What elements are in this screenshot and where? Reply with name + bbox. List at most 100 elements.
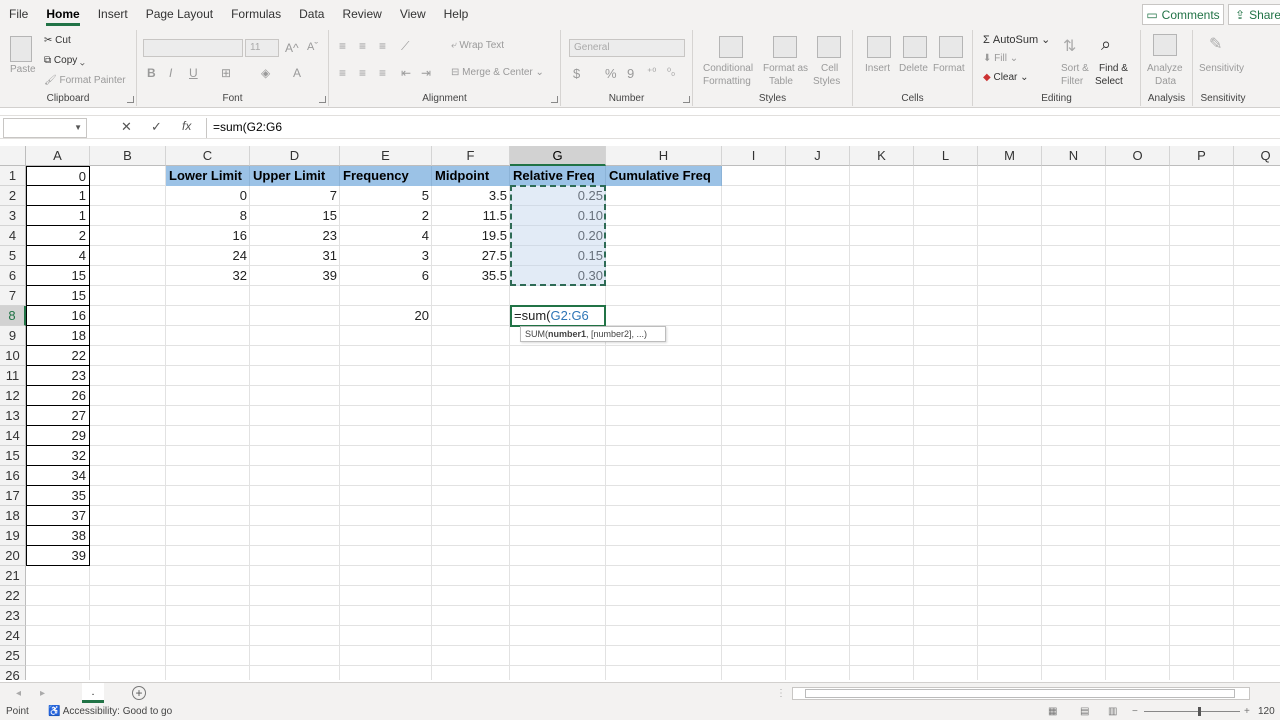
- cell-e4[interactable]: 4: [340, 226, 432, 246]
- accessibility-status[interactable]: ♿ Accessibility: Good to go: [48, 704, 172, 720]
- wrap-text-button[interactable]: ⤶ Wrap Text: [451, 40, 504, 51]
- cell-f5[interactable]: 27.5: [432, 246, 510, 266]
- font-launcher[interactable]: [319, 96, 326, 103]
- format-painter-button[interactable]: 🖌 Format Painter: [44, 75, 126, 86]
- column-header-f[interactable]: F: [432, 146, 510, 166]
- header-cell-h[interactable]: Cumulative Freq: [606, 166, 722, 186]
- conditional-formatting-label[interactable]: Conditional: [703, 63, 753, 74]
- column-header-l[interactable]: L: [914, 146, 978, 166]
- delete-cells-icon[interactable]: [903, 36, 927, 58]
- cell-d3[interactable]: 15: [250, 206, 340, 226]
- row-header-22[interactable]: 22: [0, 586, 26, 606]
- cell-a10[interactable]: 22: [26, 346, 90, 366]
- row-header-20[interactable]: 20: [0, 546, 26, 566]
- cell-a17[interactable]: 35: [26, 486, 90, 506]
- underline-button[interactable]: U: [189, 66, 198, 80]
- cell-a9[interactable]: 18: [26, 326, 90, 346]
- align-bottom-icon[interactable]: ≡: [379, 39, 386, 53]
- italic-button[interactable]: I: [169, 66, 172, 80]
- row-header-6[interactable]: 6: [0, 266, 26, 286]
- cell-a5[interactable]: 4: [26, 246, 90, 266]
- row-header-13[interactable]: 13: [0, 406, 26, 426]
- row-header-3[interactable]: 3: [0, 206, 26, 226]
- column-header-q[interactable]: Q: [1234, 146, 1280, 166]
- header-cell-g[interactable]: Relative Freq: [510, 166, 606, 186]
- cell-d4[interactable]: 23: [250, 226, 340, 246]
- cell-c2[interactable]: 0: [166, 186, 250, 206]
- row-header-10[interactable]: 10: [0, 346, 26, 366]
- find-select-icon[interactable]: ⌕: [1101, 34, 1125, 56]
- row-header-14[interactable]: 14: [0, 426, 26, 446]
- normal-view-icon[interactable]: ▦: [1048, 704, 1057, 720]
- increase-indent-icon[interactable]: ⇥: [421, 66, 431, 80]
- tab-file[interactable]: File: [0, 0, 37, 28]
- fill-color-icon[interactable]: ◈: [261, 66, 270, 80]
- font-color-icon[interactable]: A: [293, 66, 301, 80]
- analyze-data-icon[interactable]: [1153, 34, 1177, 56]
- name-box[interactable]: ▼: [3, 118, 87, 138]
- autosum-button[interactable]: Σ AutoSum ⌄: [983, 33, 1050, 46]
- select-all-corner[interactable]: [0, 146, 26, 166]
- row-header-4[interactable]: 4: [0, 226, 26, 246]
- tab-data[interactable]: Data: [290, 0, 333, 28]
- cell-a6[interactable]: 15: [26, 266, 90, 286]
- page-break-icon[interactable]: ▥: [1108, 704, 1117, 720]
- cell-d2[interactable]: 7: [250, 186, 340, 206]
- grow-font-icon[interactable]: A^: [285, 41, 299, 55]
- row-header-9[interactable]: 9: [0, 326, 26, 346]
- column-header-p[interactable]: P: [1170, 146, 1234, 166]
- tab-page-layout[interactable]: Page Layout: [137, 0, 222, 28]
- sheet-options-icon[interactable]: ⋮: [776, 688, 786, 699]
- clear-button[interactable]: ◆ Clear ⌄: [983, 72, 1029, 83]
- cell-e8[interactable]: 20: [340, 306, 432, 326]
- align-center-icon[interactable]: ≡: [359, 66, 366, 80]
- align-middle-icon[interactable]: ≡: [359, 39, 366, 53]
- bold-button[interactable]: B: [147, 66, 156, 80]
- find-label[interactable]: Find &: [1099, 63, 1128, 74]
- column-header-o[interactable]: O: [1106, 146, 1170, 166]
- row-header-18[interactable]: 18: [0, 506, 26, 526]
- copy-button[interactable]: ⧉ Copy ⌄: [44, 55, 85, 66]
- cell-c3[interactable]: 8: [166, 206, 250, 226]
- select-label[interactable]: Select: [1095, 76, 1123, 87]
- cell-a16[interactable]: 34: [26, 466, 90, 486]
- insert-cells-icon[interactable]: [867, 36, 891, 58]
- insert-label[interactable]: Insert: [865, 63, 890, 74]
- cell-a20[interactable]: 39: [26, 546, 90, 566]
- cell-e6[interactable]: 6: [340, 266, 432, 286]
- cut-button[interactable]: ✂ Cut: [44, 35, 71, 46]
- filter-label[interactable]: Filter: [1061, 76, 1083, 87]
- cell-d6[interactable]: 39: [250, 266, 340, 286]
- paste-icon[interactable]: [10, 36, 32, 62]
- currency-button[interactable]: $: [573, 66, 580, 81]
- cell-a3[interactable]: 1: [26, 206, 90, 226]
- spreadsheet-grid[interactable]: ABCDEFGHIJKLMNOPQ 1 2 3 4 5 6 7 8 9 10 11 12 13 14 15 1…: [0, 146, 1280, 680]
- add-sheet-button[interactable]: +: [132, 686, 146, 700]
- shrink-font-icon[interactable]: Aˇ: [307, 41, 318, 53]
- tab-help[interactable]: Help: [435, 0, 478, 28]
- delete-label[interactable]: Delete: [899, 63, 928, 74]
- header-cell-f[interactable]: Midpoint: [432, 166, 510, 186]
- row-header-15[interactable]: 15: [0, 446, 26, 466]
- align-right-icon[interactable]: ≡: [379, 66, 386, 80]
- cell-e5[interactable]: 3: [340, 246, 432, 266]
- enter-icon[interactable]: ✓: [151, 119, 162, 135]
- row-header-25[interactable]: 25: [0, 646, 26, 666]
- sensitivity-icon[interactable]: ✎: [1209, 34, 1233, 56]
- cell-a8[interactable]: 16: [26, 306, 90, 326]
- header-cell-e[interactable]: Frequency: [340, 166, 432, 186]
- alignment-launcher[interactable]: [551, 96, 558, 103]
- row-header-7[interactable]: 7: [0, 286, 26, 306]
- tab-formulas[interactable]: Formulas: [222, 0, 290, 28]
- column-header-n[interactable]: N: [1042, 146, 1106, 166]
- row-header-5[interactable]: 5: [0, 246, 26, 266]
- cell-a2[interactable]: 1: [26, 186, 90, 206]
- next-sheet-icon[interactable]: ▸: [40, 688, 45, 699]
- header-cell-d[interactable]: Upper Limit: [250, 166, 340, 186]
- column-header-e[interactable]: E: [340, 146, 432, 166]
- column-header-c[interactable]: C: [166, 146, 250, 166]
- column-header-i[interactable]: I: [722, 146, 786, 166]
- font-size-combo[interactable]: 11: [245, 39, 279, 57]
- cell-a18[interactable]: 37: [26, 506, 90, 526]
- column-header-m[interactable]: M: [978, 146, 1042, 166]
